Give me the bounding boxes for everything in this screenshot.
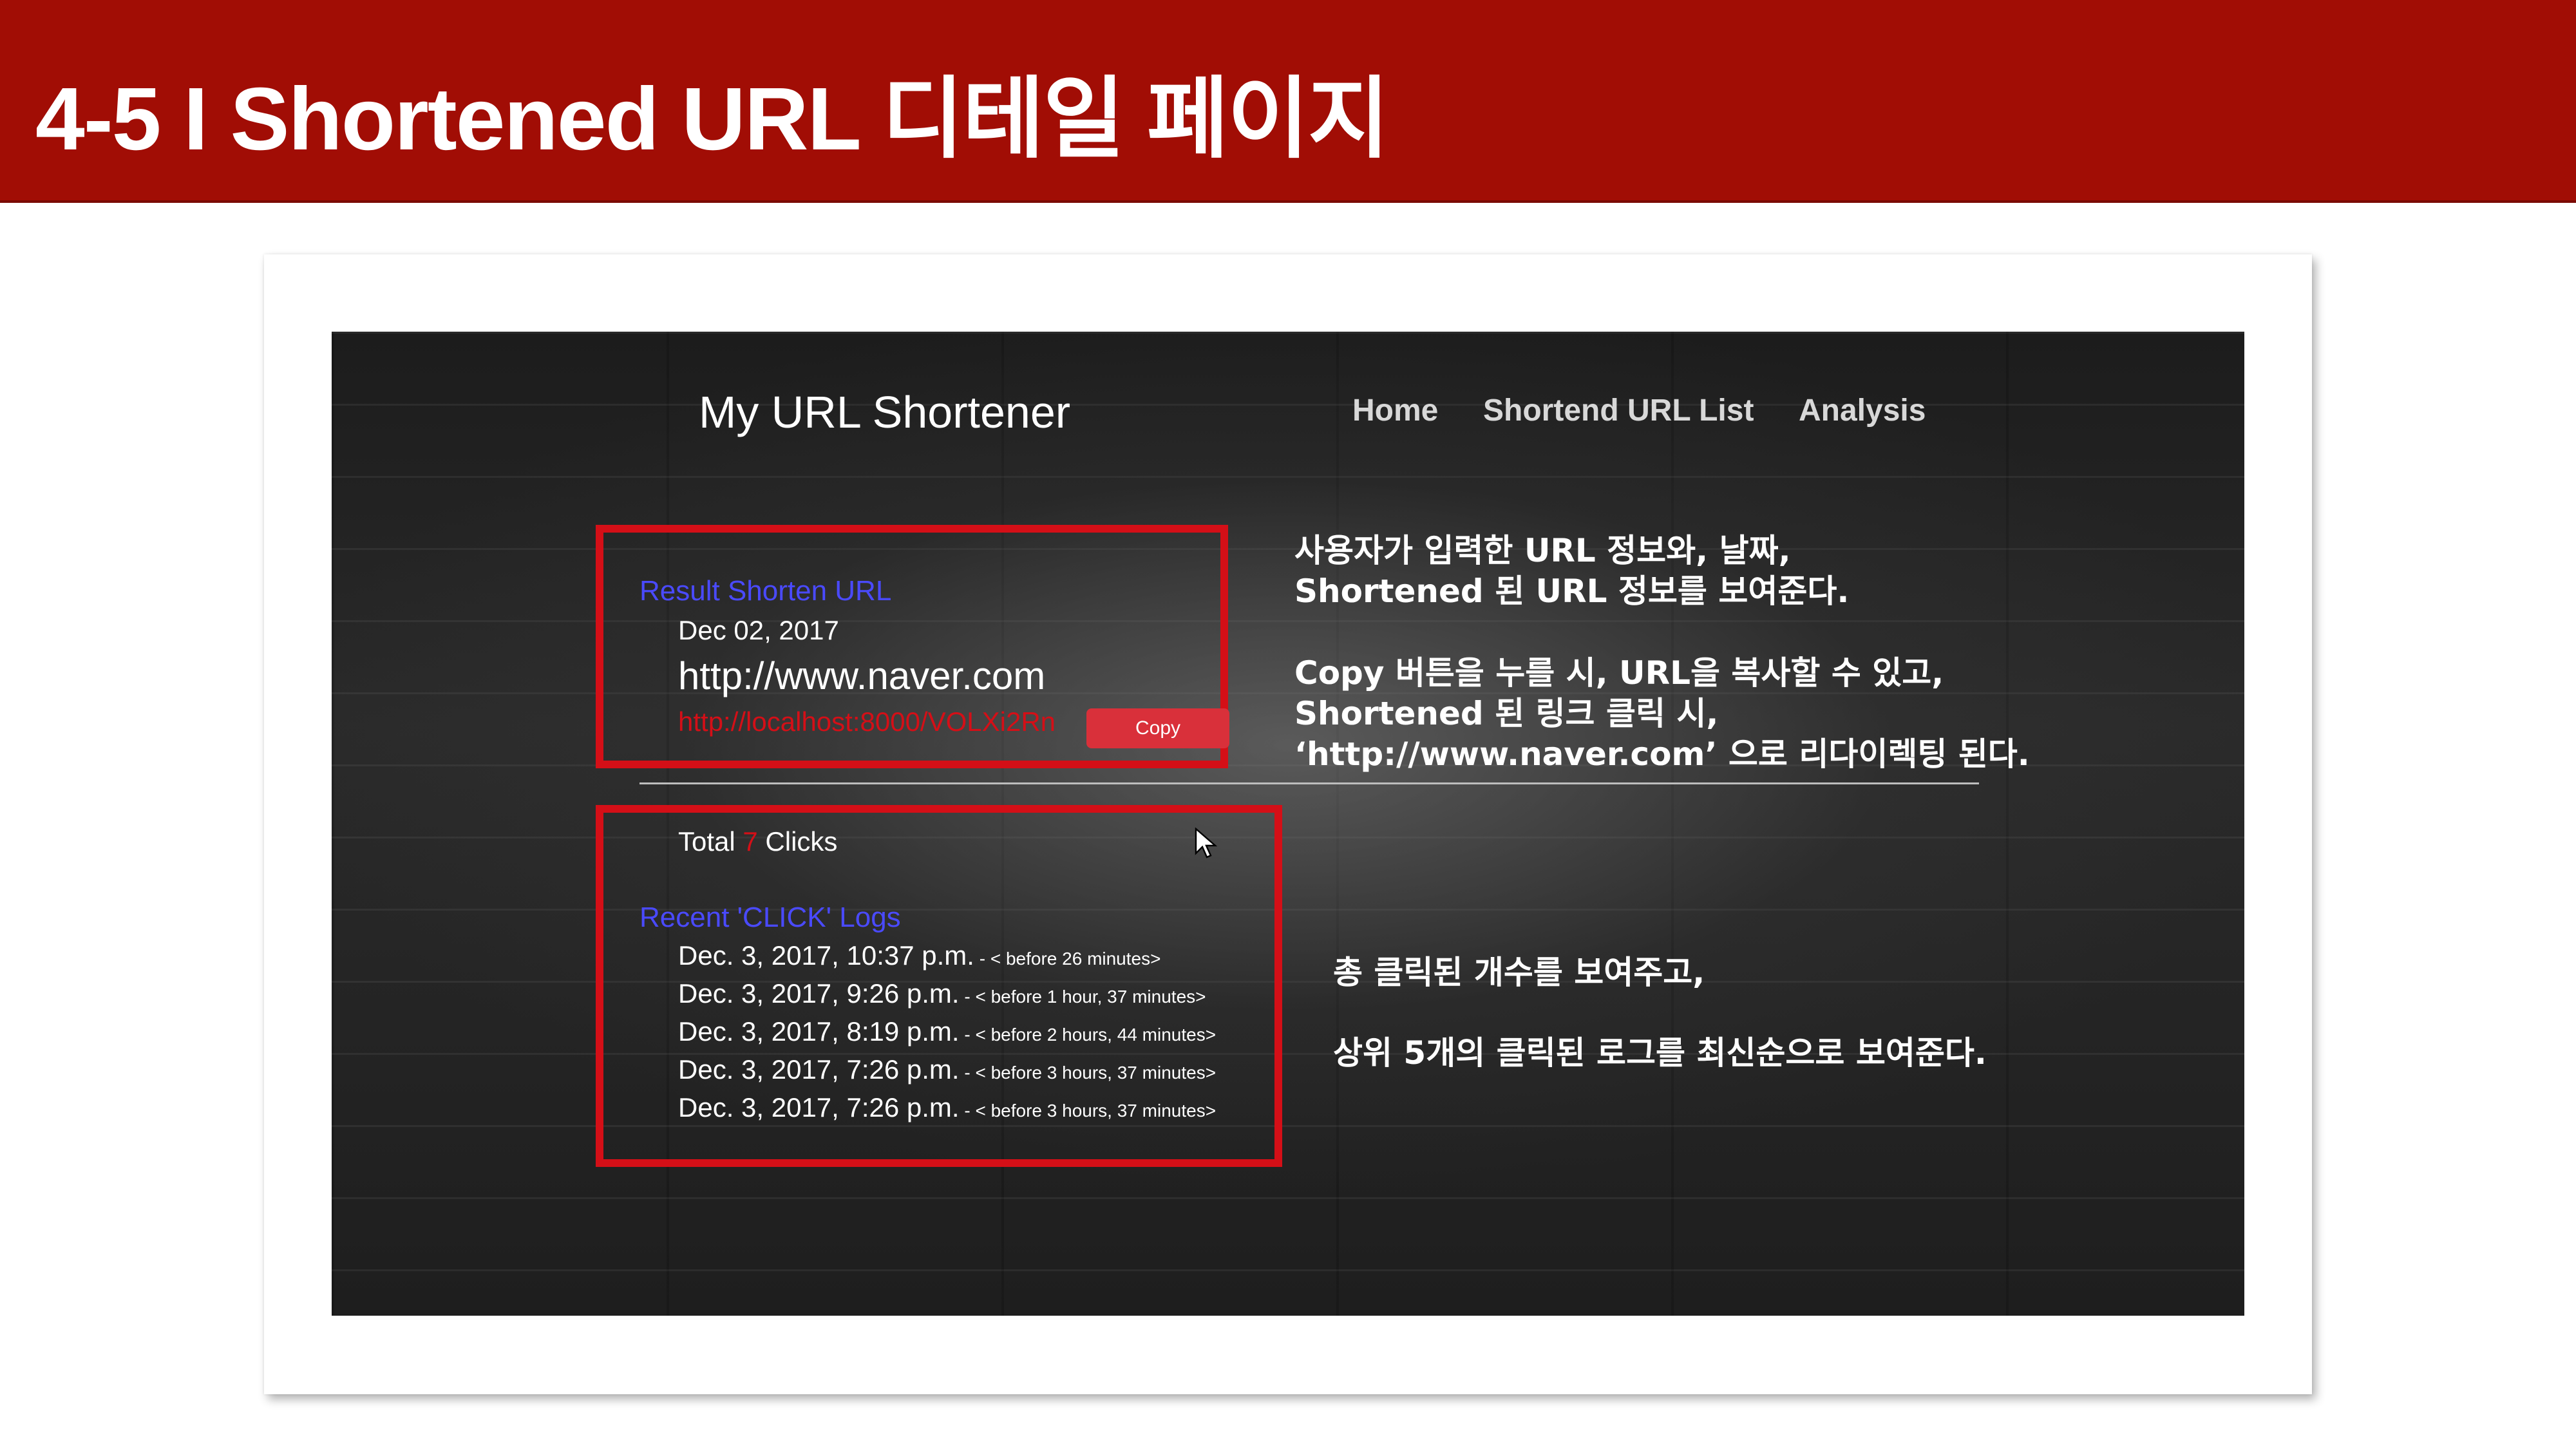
mouse-cursor-icon [1195,828,1218,858]
nav-home[interactable]: Home [1352,393,1438,428]
result-title: Result Shorten URL [639,575,892,607]
short-url-link[interactable]: http://localhost:8000/VOLXi2Rn [678,706,1056,737]
slide-header: 4-5 I Shortened URL 디테일 페이지 [0,0,2576,203]
app-screenshot: My URL Shortener Home Shortend URL List … [332,332,2244,1316]
original-url: http://www.naver.com [678,654,1046,697]
total-count: 7 [743,826,758,857]
log-ago: - < before 1 hour, 37 minutes> [959,987,1206,1007]
description-line: Shortened 된 링크 클릭 시, [1294,695,1719,732]
total-clicks: Total 7 Clicks [678,826,837,857]
total-suffix: Clicks [765,826,838,857]
log-date: Dec. 3, 2017, 9:26 p.m. [678,978,960,1009]
log-ago: - < before 3 hours, 37 minutes> [959,1101,1217,1121]
section-divider [639,782,1979,784]
log-date: Dec. 3, 2017, 8:19 p.m. [678,1016,960,1046]
description-line: Copy 버튼을 누를 시, URL을 복사할 수 있고, [1294,654,1944,692]
logs-title: Recent 'CLICK' Logs [639,902,901,933]
description-line: 총 클릭된 개수를 보여주고, [1333,954,1705,991]
log-item: Dec. 3, 2017, 7:26 p.m. - < before 3 hou… [678,1092,1216,1123]
log-date: Dec. 3, 2017, 10:37 p.m. [678,940,974,971]
slide-title: 4-5 I Shortened URL 디테일 페이지 [35,70,1390,169]
nav-shortened-url-list[interactable]: Shortend URL List [1483,393,1754,428]
description-line: 상위 5개의 클릭된 로그를 최신순으로 보여준다. [1333,1034,1987,1072]
log-item: Dec. 3, 2017, 8:19 p.m. - < before 2 hou… [678,1016,1216,1047]
total-prefix: Total [678,826,735,857]
log-ago: - < before 26 minutes> [974,949,1161,969]
log-item: Dec. 3, 2017, 10:37 p.m. - < before 26 m… [678,940,1160,971]
app-brand[interactable]: My URL Shortener [699,386,1070,438]
log-date: Dec. 3, 2017, 7:26 p.m. [678,1054,960,1084]
description-line: ‘http://www.naver.com’ 으로 리다이렉팅 된다. [1294,735,2030,773]
log-ago: - < before 2 hours, 44 minutes> [959,1025,1217,1045]
log-date: Dec. 3, 2017, 7:26 p.m. [678,1092,960,1122]
description-line: 사용자가 입력한 URL 정보와, 날짜, [1294,532,1791,569]
log-ago: - < before 3 hours, 37 minutes> [959,1063,1217,1083]
log-item: Dec. 3, 2017, 7:26 p.m. - < before 3 hou… [678,1054,1216,1085]
copy-button[interactable]: Copy [1086,708,1229,748]
description-line: Shortened 된 URL 정보를 보여준다. [1294,573,1850,610]
log-item: Dec. 3, 2017, 9:26 p.m. - < before 1 hou… [678,978,1206,1009]
result-date: Dec 02, 2017 [678,615,839,645]
nav-analysis[interactable]: Analysis [1799,393,1926,428]
